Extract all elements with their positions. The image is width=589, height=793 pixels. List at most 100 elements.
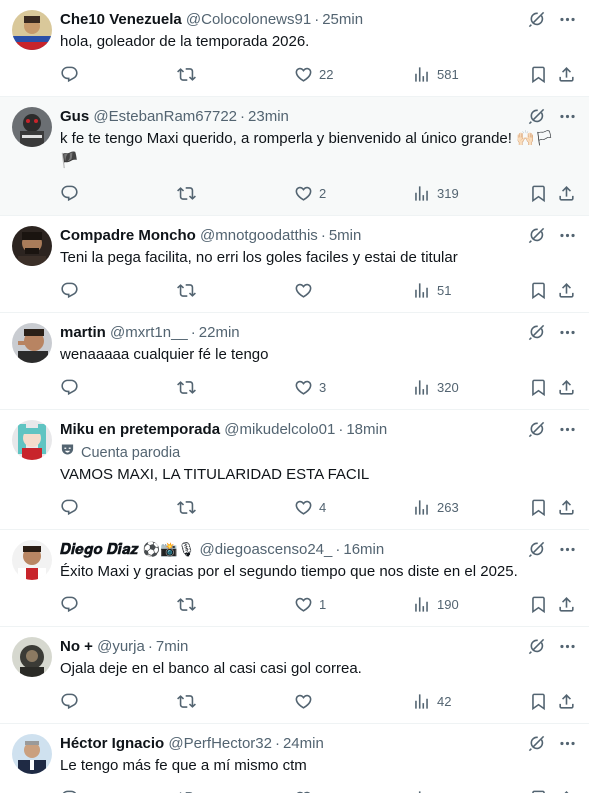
more-icon[interactable] bbox=[558, 323, 577, 342]
retweet-button[interactable] bbox=[177, 692, 202, 711]
views-button[interactable]: 581 bbox=[412, 65, 459, 84]
retweet-button[interactable] bbox=[177, 281, 202, 300]
bookmark-button[interactable] bbox=[529, 498, 548, 517]
share-button[interactable] bbox=[557, 281, 576, 300]
display-name[interactable]: Gus bbox=[60, 108, 89, 125]
more-icon[interactable] bbox=[558, 637, 577, 656]
retweet-button[interactable] bbox=[177, 65, 202, 84]
timestamp[interactable]: 25min bbox=[322, 11, 363, 28]
avatar[interactable] bbox=[12, 323, 52, 363]
timestamp[interactable]: 23min bbox=[248, 108, 289, 125]
display-name[interactable]: Che10 Venezuela bbox=[60, 11, 182, 28]
grok-icon[interactable] bbox=[527, 420, 546, 439]
bookmark-button[interactable] bbox=[529, 789, 548, 793]
reply-tweet[interactable]: No + @yurja · 7min Ojala deje en el banco a… bbox=[0, 627, 589, 724]
grok-icon[interactable] bbox=[527, 540, 546, 559]
share-button[interactable] bbox=[557, 789, 576, 793]
grok-icon[interactable] bbox=[527, 637, 546, 656]
avatar[interactable] bbox=[12, 10, 52, 50]
views-button[interactable]: 263 bbox=[412, 498, 459, 517]
avatar[interactable] bbox=[12, 540, 52, 580]
user-handle[interactable]: @mnotgoodatthis bbox=[200, 227, 318, 244]
more-icon[interactable] bbox=[558, 420, 577, 439]
like-button[interactable] bbox=[294, 281, 319, 300]
timestamp[interactable]: 5min bbox=[329, 227, 362, 244]
reply-button[interactable] bbox=[60, 378, 85, 397]
grok-icon[interactable] bbox=[527, 323, 546, 342]
reply-tweet[interactable]: martin @mxrt1n__ · 22min wenaaaaa cualquier… bbox=[0, 313, 589, 410]
share-button[interactable] bbox=[557, 595, 576, 614]
retweet-button[interactable] bbox=[177, 789, 202, 793]
timestamp[interactable]: 18min bbox=[346, 421, 387, 438]
reply-button[interactable] bbox=[60, 789, 85, 793]
grok-icon[interactable] bbox=[527, 10, 546, 29]
bookmark-button[interactable] bbox=[529, 378, 548, 397]
reply-button[interactable] bbox=[60, 692, 85, 711]
share-button[interactable] bbox=[557, 184, 576, 203]
avatar[interactable] bbox=[12, 637, 52, 677]
user-handle[interactable]: @EstebanRam67722 bbox=[93, 108, 237, 125]
display-name[interactable]: Compadre Moncho bbox=[60, 227, 196, 244]
retweet-button[interactable] bbox=[177, 595, 202, 614]
display-name[interactable]: No + bbox=[60, 638, 93, 655]
share-button[interactable] bbox=[557, 378, 576, 397]
like-button[interactable]: 4 bbox=[294, 498, 326, 517]
user-handle[interactable]: @PerfHector32 bbox=[168, 735, 272, 752]
share-button[interactable] bbox=[557, 65, 576, 84]
more-icon[interactable] bbox=[558, 226, 577, 245]
reply-button[interactable] bbox=[60, 595, 85, 614]
views-button[interactable] bbox=[412, 789, 437, 793]
user-handle[interactable]: @diegoascenso24_ bbox=[200, 541, 333, 558]
user-handle[interactable]: @Colocolonews91 bbox=[186, 11, 311, 28]
views-button[interactable]: 319 bbox=[412, 184, 459, 203]
bookmark-button[interactable] bbox=[529, 692, 548, 711]
reply-tweet[interactable]: 𝑫𝒊𝒆𝒈𝒐 𝑫𝒊́𝒂𝒛 ⚽📸🎙 @diegoascenso24_ · 16min Éx… bbox=[0, 530, 589, 627]
retweet-button[interactable] bbox=[177, 498, 202, 517]
views-button[interactable]: 42 bbox=[412, 692, 451, 711]
more-icon[interactable] bbox=[558, 540, 577, 559]
retweet-button[interactable] bbox=[177, 184, 202, 203]
reply-tweet[interactable]: Miku en pretemporada @mikudelcolo01 · 18mi… bbox=[0, 410, 589, 530]
like-button[interactable] bbox=[294, 789, 319, 793]
like-button[interactable] bbox=[294, 692, 319, 711]
timestamp[interactable]: 16min bbox=[343, 541, 384, 558]
display-name[interactable]: Miku en pretemporada bbox=[60, 421, 220, 438]
bookmark-button[interactable] bbox=[529, 65, 548, 84]
views-button[interactable]: 320 bbox=[412, 378, 459, 397]
display-name[interactable]: Héctor Ignacio bbox=[60, 735, 164, 752]
reply-button[interactable] bbox=[60, 498, 85, 517]
like-button[interactable]: 2 bbox=[294, 184, 326, 203]
more-icon[interactable] bbox=[558, 10, 577, 29]
avatar[interactable] bbox=[12, 107, 52, 147]
timestamp[interactable]: 22min bbox=[199, 324, 240, 341]
user-handle[interactable]: @mxrt1n__ bbox=[110, 324, 188, 341]
views-button[interactable]: 51 bbox=[412, 281, 451, 300]
avatar[interactable] bbox=[12, 734, 52, 774]
avatar[interactable] bbox=[12, 226, 52, 266]
grok-icon[interactable] bbox=[527, 734, 546, 753]
reply-button[interactable] bbox=[60, 65, 85, 84]
reply-tweet[interactable]: Gus @EstebanRam67722 · 23min k fe te tengo … bbox=[0, 97, 589, 216]
reply-button[interactable] bbox=[60, 184, 85, 203]
display-name[interactable]: 𝑫𝒊𝒆𝒈𝒐 𝑫𝒊́𝒂𝒛 bbox=[60, 541, 139, 558]
reply-tweet[interactable]: Che10 Venezuela @Colocolonews91 · 25min hol… bbox=[0, 0, 589, 97]
reply-tweet[interactable]: Compadre Moncho @mnotgoodatthis · 5min Teni… bbox=[0, 216, 589, 313]
reply-tweet[interactable]: Héctor Ignacio @PerfHector32 · 24min Le ten… bbox=[0, 724, 589, 793]
like-button[interactable]: 1 bbox=[294, 595, 326, 614]
grok-icon[interactable] bbox=[527, 226, 546, 245]
like-button[interactable]: 22 bbox=[294, 65, 333, 84]
like-button[interactable]: 3 bbox=[294, 378, 326, 397]
retweet-button[interactable] bbox=[177, 378, 202, 397]
timestamp[interactable]: 7min bbox=[156, 638, 189, 655]
user-handle[interactable]: @yurja bbox=[97, 638, 145, 655]
bookmark-button[interactable] bbox=[529, 184, 548, 203]
avatar[interactable] bbox=[12, 420, 52, 460]
more-icon[interactable] bbox=[558, 107, 577, 126]
views-button[interactable]: 190 bbox=[412, 595, 459, 614]
share-button[interactable] bbox=[557, 498, 576, 517]
bookmark-button[interactable] bbox=[529, 281, 548, 300]
grok-icon[interactable] bbox=[527, 107, 546, 126]
user-handle[interactable]: @mikudelcolo01 bbox=[224, 421, 335, 438]
timestamp[interactable]: 24min bbox=[283, 735, 324, 752]
share-button[interactable] bbox=[557, 692, 576, 711]
